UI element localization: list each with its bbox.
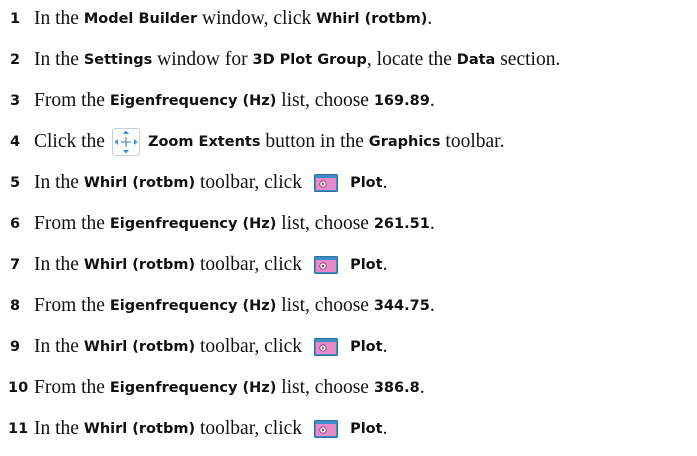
step-number: 2: [10, 52, 21, 68]
step-text: .: [419, 377, 425, 398]
ui-term: Whirl (rotbm): [83, 339, 196, 355]
ui-term: Eigenfrequency (Hz): [109, 380, 277, 396]
step-9: 9 In the Whirl (rotbm) toolbar, click Plot…: [0, 332, 387, 362]
ui-term: Plot: [350, 339, 383, 355]
step-8: 8 From the Eigenfrequency (Hz) list, choo…: [0, 291, 435, 321]
step-text: list, choose: [276, 295, 374, 316]
plot-icon: [314, 420, 339, 438]
ui-term: 386.8: [373, 380, 420, 396]
step-text: list, choose: [276, 213, 374, 234]
step-text: toolbar, click: [195, 418, 303, 439]
step-text: toolbar, click: [195, 172, 303, 193]
ui-term: 169.89: [373, 93, 430, 109]
step-text: window, click: [197, 8, 317, 29]
ui-term: Plot: [350, 257, 383, 273]
step-6: 6 From the Eigenfrequency (Hz) list, choo…: [0, 209, 435, 239]
step-text: .: [429, 213, 435, 234]
step-text: .: [382, 172, 388, 193]
step-text: toolbar, click: [195, 336, 303, 357]
ui-term: 261.51: [373, 216, 430, 232]
step-text: From the: [34, 377, 110, 398]
step-number: 8: [10, 298, 21, 314]
step-5: 5 In the Whirl (rotbm) toolbar, click Plot…: [0, 168, 387, 198]
step-7: 7 In the Whirl (rotbm) toolbar, click Plot…: [0, 250, 387, 280]
step-10: 10 From the Eigenfrequency (Hz) list, cho…: [0, 373, 425, 403]
ui-term: Graphics: [368, 134, 441, 150]
step-text: From the: [34, 90, 110, 111]
step-text: toolbar.: [440, 131, 505, 152]
step-text: button in the: [260, 131, 369, 152]
step-text: .: [429, 90, 435, 111]
step-text: From the: [34, 213, 110, 234]
step-text: In the: [34, 418, 84, 439]
step-text: toolbar, click: [195, 254, 303, 275]
ui-term: Eigenfrequency (Hz): [109, 298, 277, 314]
step-number: 1: [10, 11, 21, 27]
ui-term: Whirl (rotbm): [316, 11, 428, 27]
step-number: 5: [10, 175, 21, 191]
step-11: 11 In the Whirl (rotbm) toolbar, click Plo…: [0, 414, 387, 444]
step-1: 1 In the Model Builder window, click Whir…: [0, 4, 432, 34]
ui-term: Plot: [350, 421, 383, 437]
step-text: .: [382, 254, 388, 275]
step-number: 10: [8, 380, 29, 396]
step-3: 3 From the Eigenfrequency (Hz) list, choo…: [0, 86, 435, 116]
step-text: .: [429, 295, 435, 316]
ui-term: Eigenfrequency (Hz): [109, 216, 277, 232]
ui-term: 344.75: [373, 298, 430, 314]
step-text: In the: [34, 336, 84, 357]
step-number: 9: [10, 339, 21, 355]
step-text: In the: [34, 8, 84, 29]
step-text: .: [382, 336, 388, 357]
ui-term: Data: [456, 52, 496, 68]
step-text: list, choose: [276, 90, 374, 111]
step-text: From the: [34, 295, 110, 316]
plot-icon: [314, 338, 339, 356]
ui-term: Model Builder: [83, 11, 198, 27]
step-text: In the: [34, 254, 84, 275]
step-text: window for: [152, 49, 253, 70]
ui-term: Whirl (rotbm): [83, 421, 196, 437]
ui-term: Settings: [83, 52, 153, 68]
step-text: .: [427, 8, 433, 29]
step-number: 3: [10, 93, 21, 109]
plot-icon: [314, 174, 339, 192]
ui-term: Plot: [350, 175, 383, 191]
step-text: , locate the: [366, 49, 457, 70]
step-number: 7: [10, 257, 21, 273]
step-text: Click the: [34, 131, 105, 152]
step-text: list, choose: [276, 377, 374, 398]
ui-term: Eigenfrequency (Hz): [109, 93, 277, 109]
ui-term: Whirl (rotbm): [83, 175, 196, 191]
step-text: In the: [34, 49, 84, 70]
step-text: .: [382, 418, 388, 439]
step-number: 11: [8, 421, 29, 437]
step-2: 2 In the Settings window for 3D Plot Grou…: [0, 45, 560, 75]
plot-icon: [314, 256, 339, 274]
zoom-extents-icon: [111, 128, 140, 156]
step-text: section.: [495, 49, 561, 70]
ui-term: Whirl (rotbm): [83, 257, 196, 273]
step-text: In the: [34, 172, 84, 193]
ui-term: 3D Plot Group: [252, 52, 367, 68]
step-number: 4: [10, 134, 21, 150]
ui-term: Zoom Extents: [147, 134, 261, 150]
step-number: 6: [10, 216, 21, 232]
step-4: 4 Click the Zoom Extents button in the Gra…: [0, 127, 504, 157]
